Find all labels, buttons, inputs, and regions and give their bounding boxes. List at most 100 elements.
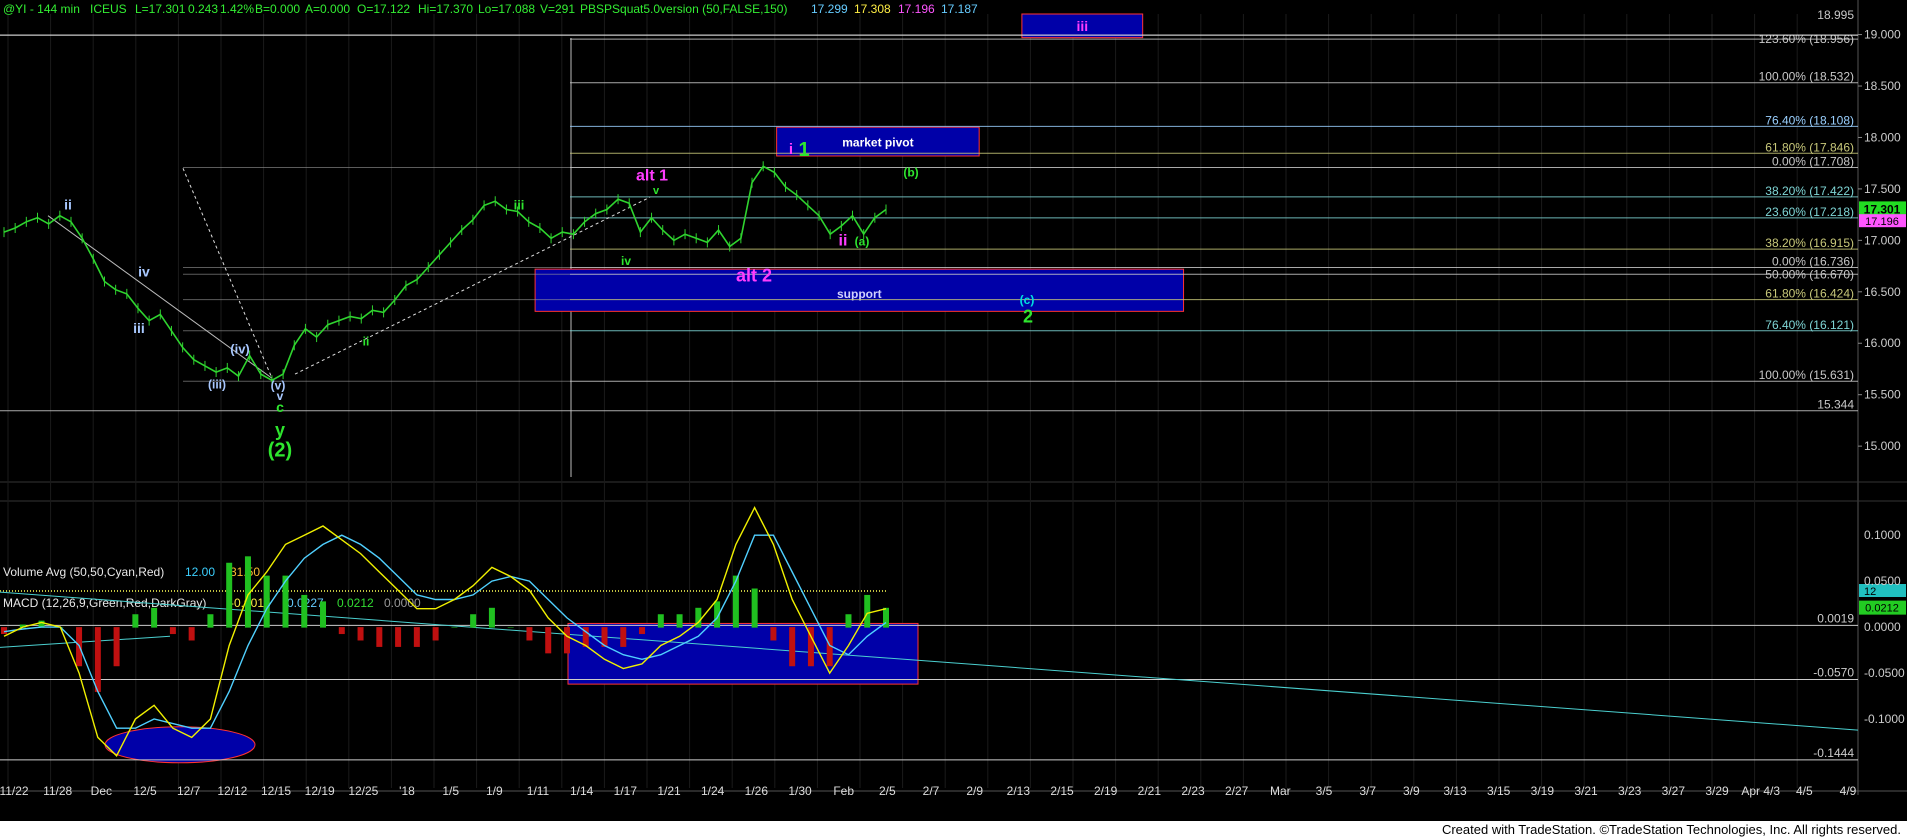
wave-label: ii bbox=[363, 334, 370, 348]
macd-histogram-bar bbox=[320, 601, 327, 628]
macd-histogram-bar bbox=[226, 562, 233, 628]
wave-label: iii bbox=[133, 320, 145, 336]
fib-level-label: 76.40% (16.121) bbox=[1765, 318, 1854, 332]
x-axis-label: 2/7 bbox=[923, 784, 940, 798]
price-axis-label: 15.500 bbox=[1864, 388, 1901, 402]
copyright-text: Created with TradeStation. ©TradeStation… bbox=[1441, 822, 1901, 837]
x-axis-label: 1/9 bbox=[486, 784, 503, 798]
macd-title: MACD (12,26,9,Green,Red,DarkGray) bbox=[3, 596, 206, 610]
fib-level-label: 61.80% (17.846) bbox=[1765, 140, 1854, 154]
wave-label: i bbox=[789, 141, 793, 158]
x-axis-label: 3/9 bbox=[1403, 784, 1420, 798]
wave-label: alt 2 bbox=[736, 266, 772, 286]
wave-label: ii bbox=[64, 196, 72, 212]
macd-histogram-bar bbox=[545, 627, 552, 654]
x-axis-label: 2/13 bbox=[1007, 784, 1031, 798]
x-axis-label: 2/5 bbox=[879, 784, 896, 798]
x-axis-label: 3/21 bbox=[1574, 784, 1598, 798]
macd-level-label: -0.0570 bbox=[1813, 666, 1854, 680]
x-axis-label: 3/13 bbox=[1443, 784, 1467, 798]
macd-level-label: -0.1444 bbox=[1813, 746, 1854, 760]
macd-histogram-bar bbox=[207, 614, 214, 628]
header-v2: 17.308 bbox=[854, 2, 891, 16]
fib-level-label: 23.60% (17.218) bbox=[1765, 205, 1854, 219]
macd-histogram-bar bbox=[132, 614, 139, 628]
header-symbol: @YI - 144 min bbox=[3, 2, 80, 16]
fib-level-label: 100.00% (15.631) bbox=[1759, 368, 1854, 382]
macd-histogram-bar bbox=[732, 575, 739, 628]
wave-label: y bbox=[275, 420, 285, 440]
price-axis-label: 18.500 bbox=[1864, 79, 1901, 93]
header-last: L=17.301 bbox=[135, 2, 186, 16]
volume-title: Volume Avg (50,50,Cyan,Red) bbox=[3, 565, 164, 579]
x-axis-label: 11/22 bbox=[0, 784, 29, 798]
header-open: O=17.122 bbox=[357, 2, 410, 16]
x-axis-label: 3/5 bbox=[1316, 784, 1333, 798]
macd-histogram-bar bbox=[395, 627, 402, 647]
x-axis-label: '18 bbox=[399, 784, 415, 798]
macd-histogram-bar bbox=[263, 575, 270, 628]
x-axis-label: 1/11 bbox=[527, 784, 550, 798]
zone-box-label: support bbox=[837, 287, 882, 301]
macd-histogram-bar bbox=[507, 627, 514, 628]
macd-histogram-bar bbox=[432, 627, 439, 641]
header-v4: 17.187 bbox=[941, 2, 978, 16]
wave-label: (a) bbox=[855, 235, 870, 249]
x-axis-label: 1/17 bbox=[614, 784, 638, 798]
macd-axis-label: 0.1000 bbox=[1864, 528, 1901, 542]
fib-level-label: 15.344 bbox=[1817, 398, 1854, 412]
header-v1: 17.299 bbox=[811, 2, 848, 16]
macd-histogram-bar bbox=[188, 627, 195, 641]
x-axis-label: 12/19 bbox=[305, 784, 335, 798]
zone-box-label: iii bbox=[1076, 18, 1088, 34]
macd-histogram-bar bbox=[376, 627, 383, 647]
x-axis-label: 3/23 bbox=[1618, 784, 1642, 798]
macd-histogram-bar bbox=[620, 627, 627, 647]
header-v3: 17.196 bbox=[898, 2, 935, 16]
header-pct: 1.42% bbox=[220, 2, 254, 16]
fib-level-label: 38.20% (17.422) bbox=[1765, 184, 1854, 198]
header-layer: @YI - 144 min ICEUS L=17.301 0.243 1.42% B=0.… bbox=[3, 2, 978, 16]
wave-label: 1 bbox=[798, 139, 809, 161]
price-axis-label: 17.000 bbox=[1864, 233, 1901, 247]
second-price-label: 17.196 bbox=[1865, 216, 1899, 228]
fib-level-label: 0.00% (17.708) bbox=[1772, 155, 1854, 169]
header-bid: B=0.000 bbox=[255, 2, 300, 16]
x-axis-label: 1/5 bbox=[442, 784, 459, 798]
wave-label: v bbox=[653, 185, 660, 197]
chart-window: iii market pivot support 123.60% (18.956) 1… bbox=[0, 0, 1907, 839]
wave-label: iv bbox=[621, 254, 631, 268]
grid-layer bbox=[0, 0, 1907, 795]
fib-level-label: 100.00% (18.532) bbox=[1759, 70, 1854, 84]
macd-histogram-bar bbox=[470, 614, 477, 628]
x-axis-label: 12/7 bbox=[177, 784, 201, 798]
header-low: Lo=17.088 bbox=[478, 2, 535, 16]
macd-level-label: 0.0019 bbox=[1817, 611, 1854, 625]
header-study: PBSPSquat5.0version (50,FALSE,150) bbox=[580, 2, 787, 16]
macd-histogram-bar bbox=[563, 627, 570, 654]
macd-histogram-bar bbox=[789, 627, 796, 667]
wave-label: (iii) bbox=[208, 378, 226, 392]
wave-label: alt 1 bbox=[636, 168, 668, 185]
macd-histogram-bar bbox=[301, 594, 308, 628]
macd-layer: Volume Avg (50,50,Cyan,Red)12.0031.5012M… bbox=[0, 506, 1906, 764]
fib-level-label: 123.60% (18.956) bbox=[1759, 32, 1854, 46]
x-axis-label: 2/27 bbox=[1225, 784, 1249, 798]
macd-histogram-bar bbox=[113, 627, 120, 667]
macd-trend-line bbox=[0, 591, 1859, 731]
macd-histogram-bar bbox=[845, 614, 852, 628]
volume-value: 12.00 bbox=[185, 565, 215, 579]
wave-label: (b) bbox=[903, 166, 918, 180]
x-axis-label: 2/23 bbox=[1181, 784, 1205, 798]
x-axis-label: 12/25 bbox=[348, 784, 378, 798]
footer-bar: Created with TradeStation. ©TradeStation… bbox=[0, 821, 1907, 839]
x-axis-label: 1/30 bbox=[788, 784, 812, 798]
x-axis-label: Mar bbox=[1270, 784, 1291, 798]
zone-box-label: market pivot bbox=[842, 136, 913, 150]
x-axis-label: 2/9 bbox=[966, 784, 983, 798]
x-axis-label: 2/15 bbox=[1050, 784, 1074, 798]
x-axis-label: Feb bbox=[833, 784, 854, 798]
price-axis-label: 16.000 bbox=[1864, 336, 1901, 350]
wave-label: (2) bbox=[268, 439, 292, 461]
fib-level-label: 76.40% (18.108) bbox=[1765, 113, 1854, 127]
